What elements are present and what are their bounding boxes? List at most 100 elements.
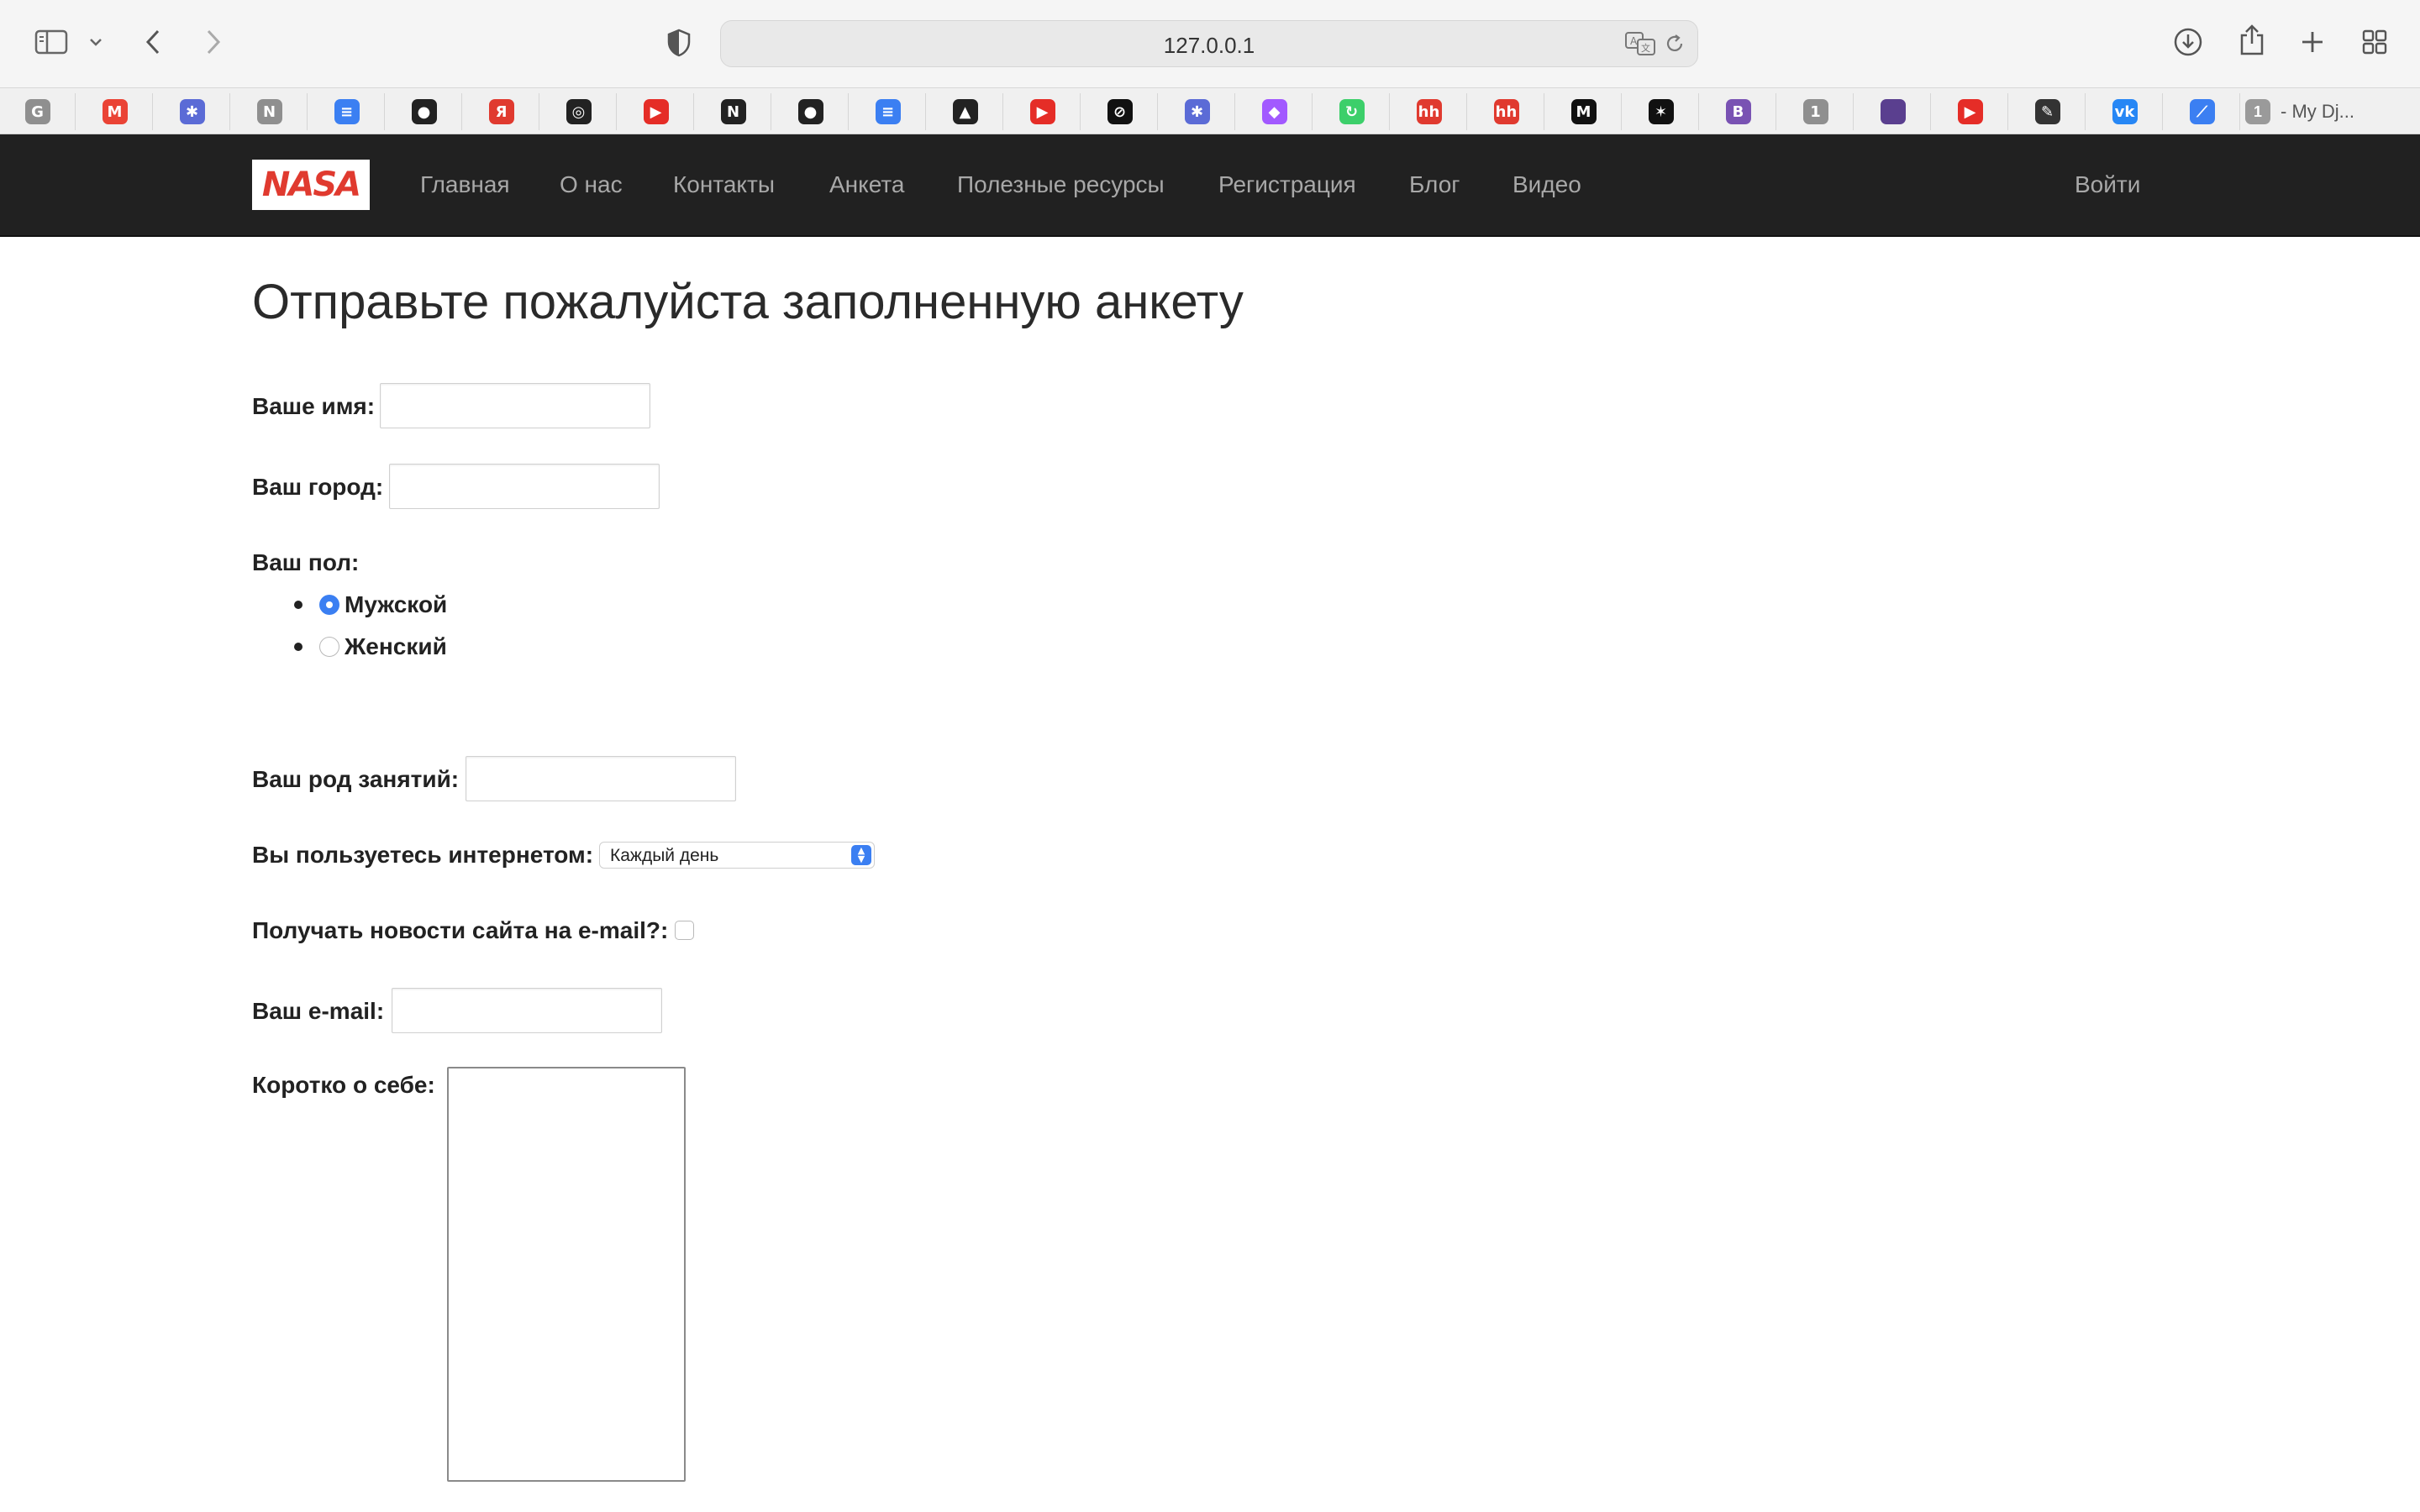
name-label: Ваше имя: <box>252 393 376 419</box>
favorite-item[interactable]: ● <box>387 93 462 130</box>
new-tab-icon[interactable] <box>2296 25 2329 59</box>
google-icon: G <box>24 99 50 124</box>
share-icon[interactable] <box>2235 22 2269 59</box>
svg-text:文: 文 <box>1641 42 1650 54</box>
github-icon: ● <box>411 99 437 124</box>
svg-text:A: A <box>1630 35 1638 47</box>
female-label: Женский <box>345 633 447 659</box>
refresh-green-icon: ↻ <box>1339 99 1365 124</box>
favorite-item[interactable]: ▶ <box>618 93 694 130</box>
favorite-item[interactable]: ⊘ <box>1082 93 1158 130</box>
nav-item-survey[interactable]: Анкета <box>829 171 904 198</box>
favorite-item[interactable] <box>1855 93 1931 130</box>
newsletter-checkbox[interactable] <box>675 921 694 940</box>
favorite-item[interactable]: ▶ <box>1933 93 2008 130</box>
back-icon[interactable] <box>138 25 168 59</box>
favorites-bar: G M ✱ N ≡ ● Я ◎ ▶ N ● ≡ ▲ ▶ ⊘ ✱ ◆ ↻ hh hh M ✶ B 1 ▶ ✎ vk ⟋ 1 - My D… <box>0 87 2420 134</box>
sidebar-toggle-icon[interactable] <box>34 27 69 57</box>
favorite-item[interactable]: 1 <box>1778 93 1854 130</box>
internet-usage-select[interactable]: Каждый день ▲ ▼ <box>599 842 875 869</box>
internet-usage-selected: Каждый день <box>610 846 719 865</box>
name-input[interactable] <box>380 383 650 428</box>
tab-favicon-icon: 1 <box>2245 99 2270 124</box>
extension-icon: ✱ <box>1184 99 1210 124</box>
about-label: Коротко о себе: <box>252 1072 435 1098</box>
favorite-item[interactable]: G <box>0 93 76 130</box>
female-radio[interactable] <box>319 637 339 657</box>
tab-title: - My Dj... <box>2281 101 2354 122</box>
favorite-item[interactable]: ✱ <box>1160 93 1235 130</box>
yandex-icon: Я <box>488 99 514 124</box>
youtube-icon: ▶ <box>1957 99 1983 124</box>
favorite-item[interactable]: N <box>232 93 308 130</box>
browser-toolbar: 127.0.0.1 A文 <box>0 0 2420 87</box>
chevron-down-icon[interactable] <box>84 30 108 54</box>
favorite-item[interactable]: hh <box>1392 93 1467 130</box>
gmail-icon: M <box>102 99 128 124</box>
forward-icon[interactable] <box>198 25 229 59</box>
chatgpt-icon: ◎ <box>566 99 592 124</box>
nav-item-resources[interactable]: Полезные ресурсы <box>957 171 1165 198</box>
favorite-item[interactable]: Я <box>464 93 539 130</box>
translate-icon[interactable]: A文 <box>1623 29 1657 58</box>
male-label: Мужской <box>345 591 448 617</box>
purple-square-icon <box>1880 99 1906 124</box>
page-title: Отправьте пожалуйста заполненную анкету <box>252 275 1244 329</box>
favorite-item[interactable]: ↻ <box>1314 93 1390 130</box>
m-logo-icon: M <box>1570 99 1597 124</box>
number-one-icon: 1 <box>1802 99 1828 124</box>
youtube-icon: ▶ <box>643 99 669 124</box>
favorite-item[interactable]: ✎ <box>2010 93 2086 130</box>
nav-item-video[interactable]: Видео <box>1512 171 1581 198</box>
tab-overview-icon[interactable] <box>2358 25 2391 59</box>
occupation-input[interactable] <box>466 756 736 801</box>
city-input[interactable] <box>389 464 660 509</box>
reload-icon[interactable] <box>1662 31 1687 56</box>
address-bar[interactable]: 127.0.0.1 A文 <box>720 20 1698 67</box>
google-docs-icon: ≡ <box>875 99 901 124</box>
extension-icon: ✱ <box>179 99 205 124</box>
favorite-item[interactable]: ◆ <box>1237 93 1313 130</box>
favorite-item[interactable]: ≡ <box>850 93 926 130</box>
favorite-item[interactable]: B <box>1701 93 1776 130</box>
favorite-item[interactable]: ≡ <box>309 93 385 130</box>
sailboat-icon: ▲ <box>952 99 978 124</box>
email-label: Ваш e-mail: <box>252 998 385 1024</box>
kinopoisk-icon: ✶ <box>1648 99 1674 124</box>
privacy-shield-icon[interactable] <box>664 27 694 59</box>
favorite-item[interactable]: ● <box>773 93 849 130</box>
list-bullet <box>294 643 302 651</box>
city-label: Ваш город: <box>252 474 384 500</box>
favorite-item[interactable]: M <box>77 93 153 130</box>
feather-icon: ⟋ <box>2189 99 2215 124</box>
male-radio[interactable] <box>319 595 339 615</box>
link-icon: ⊘ <box>1107 99 1133 124</box>
open-tab[interactable]: 1 - My Dj... <box>2245 93 2354 130</box>
favorite-item[interactable]: hh <box>1469 93 1544 130</box>
favorite-item[interactable]: ✶ <box>1623 93 1699 130</box>
hh-icon: hh <box>1493 99 1519 124</box>
occupation-label: Ваш род занятий: <box>252 766 460 792</box>
notion-icon: N <box>720 99 746 124</box>
about-textarea[interactable] <box>447 1067 686 1482</box>
downloads-icon[interactable] <box>2171 25 2205 59</box>
youtube-icon: ▶ <box>1029 99 1055 124</box>
login-link[interactable]: Войти <box>2075 171 2140 198</box>
nav-item-blog[interactable]: Блог <box>1409 171 1460 198</box>
favorite-item[interactable]: ✱ <box>155 93 230 130</box>
favorite-item[interactable]: ⟋ <box>2165 93 2240 130</box>
favorite-item[interactable]: ◎ <box>541 93 617 130</box>
nav-item-about[interactable]: О нас <box>560 171 623 198</box>
favorite-item[interactable]: vk <box>2087 93 2163 130</box>
figma-icon: ◆ <box>1261 99 1287 124</box>
nav-item-registration[interactable]: Регистрация <box>1218 171 1356 198</box>
nav-item-contacts[interactable]: Контакты <box>673 171 775 198</box>
email-input[interactable] <box>392 988 662 1033</box>
favorite-item[interactable]: ▲ <box>928 93 1003 130</box>
favorite-item[interactable]: ▶ <box>1005 93 1081 130</box>
favorite-item[interactable]: N <box>696 93 771 130</box>
favorite-item[interactable]: M <box>1546 93 1622 130</box>
nasa-logo[interactable]: NASA <box>252 160 370 210</box>
list-bullet <box>294 601 302 609</box>
nav-item-home[interactable]: Главная <box>420 171 510 198</box>
